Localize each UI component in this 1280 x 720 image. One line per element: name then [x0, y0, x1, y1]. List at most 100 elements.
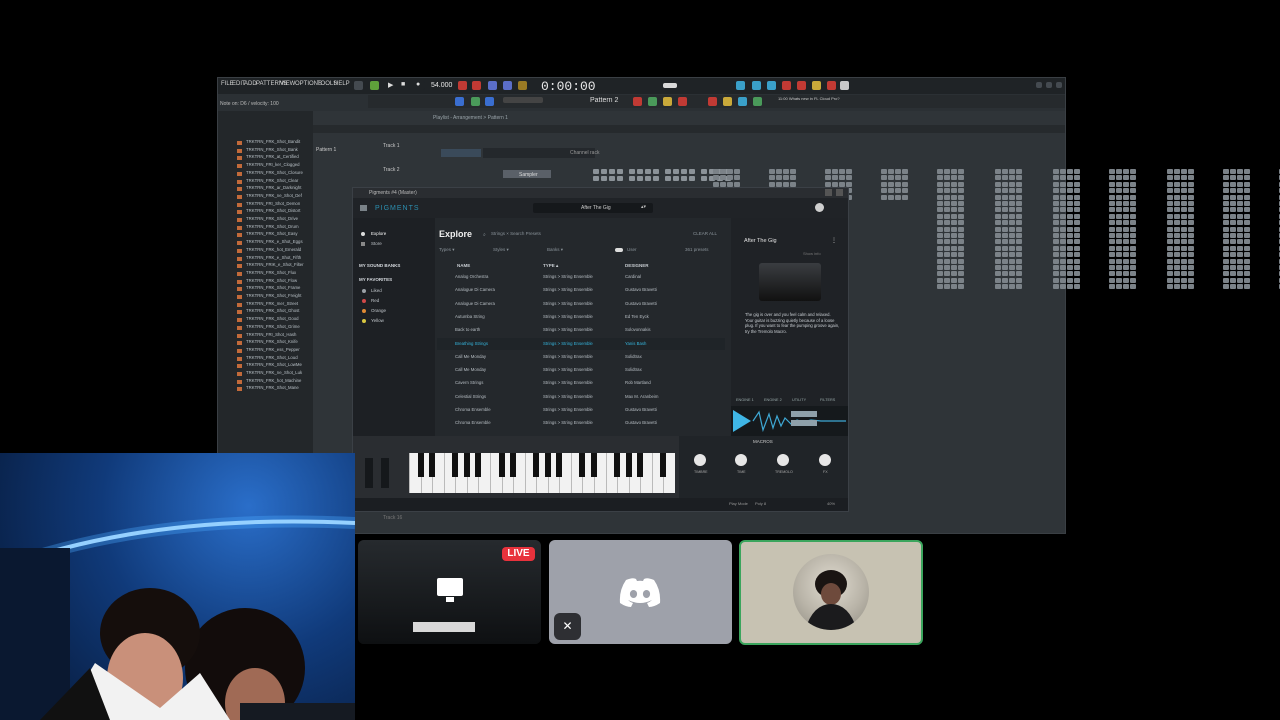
- browser-item[interactable]: TRKTRN_FRK_Shot_Knife: [246, 339, 298, 344]
- filters-tab[interactable]: FILTERS: [820, 398, 835, 402]
- black-key[interactable]: [637, 453, 644, 477]
- browser-item[interactable]: TRKTRN_FRI_Shot_Hash: [246, 332, 296, 337]
- step-button[interactable]: [637, 169, 643, 174]
- step-button[interactable]: [645, 169, 651, 174]
- black-key[interactable]: [544, 453, 551, 477]
- favorite-orange[interactable]: Orange: [371, 308, 386, 313]
- countdown-icon[interactable]: [488, 81, 497, 90]
- step-button[interactable]: [629, 176, 635, 181]
- plugin-close-button[interactable]: [836, 189, 843, 196]
- play-icon[interactable]: ▶: [388, 81, 397, 90]
- black-key[interactable]: [660, 453, 667, 477]
- macro-knob-time[interactable]: [735, 454, 747, 466]
- step-button[interactable]: [689, 169, 695, 174]
- step-button[interactable]: [689, 176, 695, 181]
- browser-item[interactable]: TRKTRN_FRK_hot_Emerald: [246, 247, 301, 252]
- step-button[interactable]: [701, 169, 707, 174]
- menu-help[interactable]: HELP: [334, 81, 350, 87]
- show-info-link[interactable]: Show info: [803, 251, 821, 256]
- browser-item[interactable]: TRKTRN_FRK_Shot_Clear: [246, 178, 298, 183]
- news-hint[interactable]: 11:00 Whats new in FL Cloud Pro?: [778, 96, 848, 101]
- browser-item[interactable]: TRKTRN_FRK_Shot_Bank: [246, 147, 298, 152]
- mic-muted-icon[interactable]: ✕: [554, 613, 581, 640]
- preset-row[interactable]: Call Me Monday Strings > String Ensemble S…: [437, 364, 725, 376]
- preset-row[interactable]: Chroma Ensemble Strings > String Ensemble…: [437, 417, 725, 429]
- pattern-tool-c[interactable]: [663, 97, 672, 106]
- pitch-wheel[interactable]: [365, 458, 373, 488]
- pattern-tool-g[interactable]: [738, 97, 747, 106]
- speaking-participant-tile[interactable]: [739, 540, 923, 645]
- track-16-label[interactable]: Track 16: [383, 515, 402, 521]
- step-button[interactable]: [673, 169, 679, 174]
- preset-row[interactable]: Breathing Strings Strings > String Ensemb…: [437, 337, 725, 350]
- step-button[interactable]: [609, 176, 615, 181]
- pattern-list-item[interactable]: Pattern 1: [316, 147, 336, 153]
- search-input[interactable]: Strings × Search Presets: [491, 231, 541, 236]
- plugin-picker-icon[interactable]: [797, 81, 806, 90]
- column-type[interactable]: TYPE ▴: [543, 263, 558, 269]
- step-button[interactable]: [653, 176, 659, 181]
- browser-item[interactable]: TRKTRN_FRK_Shot_Frame: [246, 285, 300, 290]
- browser-item[interactable]: TRKTRN_FRK_Shot_Mane: [246, 385, 299, 390]
- pattern-clip[interactable]: [441, 149, 481, 157]
- browser-item[interactable]: TRKTRN_FRK_e_Shot_Fifth: [246, 255, 301, 260]
- black-key[interactable]: [579, 453, 586, 477]
- step-button[interactable]: [601, 169, 607, 174]
- browser-item[interactable]: TRKTRN_FRK_ne_Shot_Def: [246, 193, 302, 198]
- preset-row[interactable]: Celestial Strings Strings > String Ensemb…: [437, 391, 725, 403]
- piano-roll-icon[interactable]: [767, 81, 776, 90]
- step-button[interactable]: [653, 169, 659, 174]
- user-avatar-icon[interactable]: [815, 203, 824, 212]
- step-button[interactable]: [629, 169, 635, 174]
- pattern-tool-h[interactable]: [753, 97, 762, 106]
- browser-item[interactable]: TRKTRN_FRK_ess_Pepper: [246, 347, 300, 352]
- favorite-yellow[interactable]: Yellow: [371, 318, 384, 323]
- menu-icon[interactable]: [360, 205, 367, 211]
- browser-item[interactable]: TRKTRN_FRI_Shot_Demon: [246, 201, 300, 206]
- pattern-song-toggle[interactable]: [370, 81, 379, 90]
- menu-view[interactable]: VIEW: [280, 81, 295, 87]
- column-designer[interactable]: DESIGNER: [625, 263, 649, 268]
- black-key[interactable]: [625, 453, 632, 477]
- browser-item[interactable]: TRKTRN_FRK_Shot_Drive: [246, 216, 298, 221]
- preset-row[interactable]: Call Me Monday Strings > String Ensemble S…: [437, 351, 725, 363]
- types-filter[interactable]: Types ▾: [439, 247, 455, 253]
- black-key[interactable]: [417, 453, 424, 477]
- browser-item[interactable]: TRKTRN_FRK_hot_Machine: [246, 378, 301, 383]
- step-button[interactable]: [681, 176, 687, 181]
- pattern-tool-e[interactable]: [708, 97, 717, 106]
- macro-knob-fx[interactable]: [819, 454, 831, 466]
- step-button[interactable]: [701, 176, 707, 181]
- step-button[interactable]: [665, 169, 671, 174]
- step-button[interactable]: [673, 176, 679, 181]
- black-key[interactable]: [510, 453, 517, 477]
- menu-add[interactable]: ADD: [244, 81, 257, 87]
- clear-all-button[interactable]: CLEAR ALL: [693, 231, 717, 236]
- channel-rack-icon[interactable]: [752, 81, 761, 90]
- close-button[interactable]: [1056, 82, 1062, 88]
- engine-waveform-preview[interactable]: [731, 406, 848, 436]
- macro-knob-tremolo[interactable]: [777, 454, 789, 466]
- mod-wheel[interactable]: [381, 458, 389, 488]
- pattern-tool-b[interactable]: [648, 97, 657, 106]
- black-key[interactable]: [556, 453, 563, 477]
- step-button[interactable]: [593, 176, 599, 181]
- draw-tool-icon[interactable]: [471, 97, 480, 106]
- browser-item[interactable]: TRKTRN_FRK_e_Shot_Eggs: [246, 239, 303, 244]
- browser-item[interactable]: TRKTRN_FRK_Shot_Bandit: [246, 139, 300, 144]
- browser-item[interactable]: TRKTRN_FRK_ne_Shot_Luk: [246, 370, 302, 375]
- snap-icon[interactable]: [455, 97, 464, 106]
- styles-filter[interactable]: Styles ▾: [493, 247, 509, 253]
- browser-item[interactable]: TRKTRN_FRK_mer_Street: [246, 301, 298, 306]
- browser-item[interactable]: TRKTRN_FRK_Shot_Loud: [246, 355, 298, 360]
- banks-filter[interactable]: Banks ▾: [547, 247, 563, 253]
- column-name[interactable]: NAME: [457, 263, 470, 268]
- browser-item[interactable]: TRKTRN_FRI_ker_Clogged: [246, 162, 300, 167]
- minimize-button[interactable]: [1036, 82, 1042, 88]
- pattern-tool-a[interactable]: [633, 97, 642, 106]
- preset-row[interactable]: Back to earth Strings > String Ensemble So…: [437, 324, 725, 336]
- browser-item[interactable]: TRKTRN_FRK_Shot_Good: [246, 316, 299, 321]
- step-button[interactable]: [617, 169, 623, 174]
- step-button[interactable]: [609, 169, 615, 174]
- more-options-icon[interactable]: ⋮: [831, 237, 837, 244]
